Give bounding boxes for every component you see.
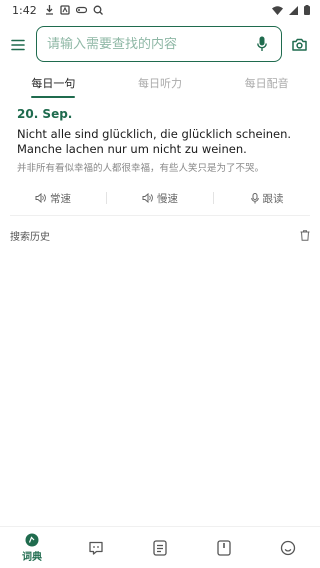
chat-icon bbox=[89, 541, 103, 555]
status-bar: 1:42 bbox=[0, 0, 320, 20]
search-input[interactable] bbox=[47, 36, 253, 52]
playback-actions: 常速 慢速 跟读 bbox=[0, 188, 320, 208]
read-along-button[interactable]: 跟读 bbox=[214, 191, 320, 206]
microphone-icon bbox=[257, 36, 267, 51]
daily-translation-text: 并非所有看似幸福的人都很幸福，有些人笑只是为了不哭。 bbox=[17, 163, 265, 174]
slow-speed-button[interactable]: 慢速 bbox=[107, 191, 213, 206]
book-icon bbox=[217, 539, 231, 556]
search-history-header: 搜索历史 bbox=[10, 227, 310, 243]
app-notification-icon bbox=[60, 5, 70, 15]
search-history-title: 搜索历史 bbox=[10, 231, 50, 243]
daily-date: 20. Sep. bbox=[17, 107, 73, 121]
speaker-icon bbox=[142, 193, 153, 203]
search-notification-icon bbox=[93, 5, 103, 15]
tab-daily-sentence[interactable]: 每日一句 bbox=[0, 72, 107, 98]
nav-item-chat[interactable] bbox=[64, 527, 128, 568]
status-right bbox=[272, 5, 310, 15]
tab-daily-dubbing[interactable]: 每日配音 bbox=[213, 72, 320, 98]
daily-sentence-card[interactable]: 20. Sep. Nicht alle sind glücklich, die … bbox=[17, 106, 307, 175]
bottom-nav: 词典 bbox=[0, 526, 320, 568]
smiley-icon bbox=[280, 540, 296, 555]
normal-speed-label: 常速 bbox=[50, 192, 71, 205]
search-box[interactable] bbox=[36, 26, 282, 62]
slow-speed-label: 慢速 bbox=[157, 192, 178, 205]
tab-daily-listening[interactable]: 每日听力 bbox=[107, 72, 214, 98]
camera-icon bbox=[291, 38, 307, 51]
download-icon bbox=[45, 5, 53, 15]
voice-search-button[interactable] bbox=[253, 34, 271, 54]
daily-tabs: 每日一句 每日听力 每日配音 bbox=[0, 72, 320, 98]
camera-search-button[interactable] bbox=[286, 26, 312, 62]
normal-speed-button[interactable]: 常速 bbox=[0, 191, 106, 206]
cellular-icon bbox=[289, 5, 298, 15]
microphone-icon bbox=[250, 192, 259, 203]
section-divider bbox=[10, 215, 310, 216]
read-along-label: 跟读 bbox=[262, 192, 284, 205]
status-time: 1:42 bbox=[12, 3, 37, 17]
menu-button[interactable] bbox=[0, 26, 36, 64]
trash-icon[interactable] bbox=[300, 229, 310, 241]
speaker-icon bbox=[35, 193, 46, 203]
search-row bbox=[0, 26, 320, 64]
notes-icon bbox=[153, 539, 167, 556]
daily-sentence-text: Nicht alle sind glücklich, die glücklich… bbox=[17, 127, 292, 156]
game-controller-icon bbox=[75, 6, 87, 14]
nav-item-profile[interactable] bbox=[256, 527, 320, 568]
dictionary-icon bbox=[25, 533, 39, 546]
notification-icons bbox=[45, 5, 103, 15]
battery-icon bbox=[304, 5, 310, 15]
nav-label-dictionary: 词典 bbox=[22, 551, 42, 563]
nav-item-dictionary[interactable]: 词典 bbox=[0, 527, 64, 568]
wifi-icon bbox=[272, 5, 283, 15]
status-left: 1:42 bbox=[12, 4, 103, 17]
menu-icon bbox=[11, 39, 25, 51]
nav-item-notes[interactable] bbox=[128, 527, 192, 568]
nav-item-book[interactable] bbox=[192, 527, 256, 568]
